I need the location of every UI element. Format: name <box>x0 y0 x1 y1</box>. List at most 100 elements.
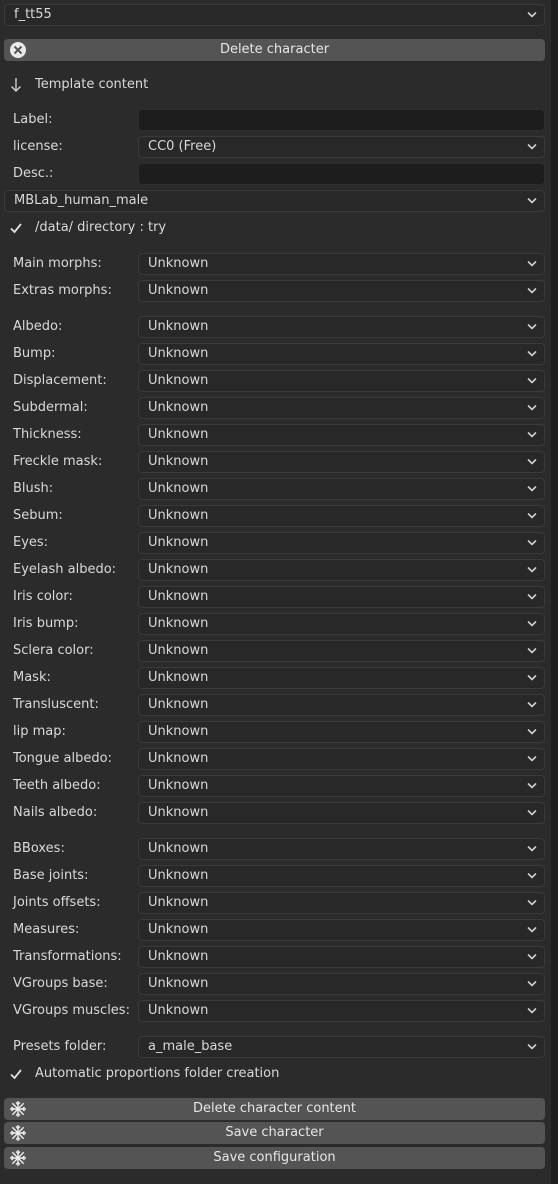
bump-value: Unknown <box>148 346 209 361</box>
transluscent-select[interactable]: Unknown <box>138 694 545 716</box>
checkmark-icon <box>10 1068 22 1080</box>
displacement-value: Unknown <box>148 373 209 388</box>
transformations-select[interactable]: Unknown <box>138 946 545 968</box>
chevron-down-icon <box>527 866 537 886</box>
character-panel: f_tt55 Delete character Template content… <box>0 0 551 1184</box>
vgroups-base-select[interactable]: Unknown <box>138 973 545 995</box>
tongue-albedo-select[interactable]: Unknown <box>138 748 545 770</box>
vgroups-base-value: Unknown <box>148 976 209 991</box>
data-directory-row[interactable]: /data/ directory : try <box>0 216 551 240</box>
delete-character-button[interactable]: Delete character <box>4 39 545 61</box>
main-morphs-row: Main morphs: Unknown <box>0 252 551 276</box>
eyes-select[interactable]: Unknown <box>138 532 545 554</box>
teeth-albedo-value: Unknown <box>148 778 209 793</box>
blush-row: Blush: Unknown <box>0 477 551 501</box>
template-content-header[interactable]: Template content <box>0 73 551 97</box>
snowflake-icon <box>9 1100 27 1118</box>
bump-select[interactable]: Unknown <box>138 343 545 365</box>
displacement-select[interactable]: Unknown <box>138 370 545 392</box>
measures-label: Measures: <box>13 922 80 937</box>
base-model-select[interactable]: MBLab_human_male <box>4 190 545 212</box>
thickness-select[interactable]: Unknown <box>138 424 545 446</box>
iris-color-select[interactable]: Unknown <box>138 586 545 608</box>
chevron-down-icon <box>527 398 537 418</box>
sebum-value: Unknown <box>148 508 209 523</box>
extras-morphs-select[interactable]: Unknown <box>138 280 545 302</box>
chevron-down-icon <box>527 425 537 445</box>
character-select[interactable]: f_tt55 <box>4 4 545 26</box>
delete-content-label: Delete character content <box>192 1101 356 1116</box>
vgroups-muscles-label: VGroups muscles: <box>13 1003 130 1018</box>
close-circle-icon <box>9 41 27 59</box>
vgroups-muscles-select[interactable]: Unknown <box>138 1000 545 1022</box>
eyelash-albedo-select[interactable]: Unknown <box>138 559 545 581</box>
joints-offsets-label: Joints offsets: <box>13 895 101 910</box>
bboxes-select[interactable]: Unknown <box>138 838 545 860</box>
nails-albedo-value: Unknown <box>148 805 209 820</box>
albedo-row: Albedo: Unknown <box>0 315 551 339</box>
chevron-down-icon <box>527 614 537 634</box>
measures-select[interactable]: Unknown <box>138 919 545 941</box>
joints-offsets-select[interactable]: Unknown <box>138 892 545 914</box>
save-character-label: Save character <box>225 1125 324 1140</box>
albedo-select[interactable]: Unknown <box>138 316 545 338</box>
chevron-down-icon <box>527 803 537 823</box>
vgroups-base-label: VGroups base: <box>13 976 108 991</box>
lip-map-select[interactable]: Unknown <box>138 721 545 743</box>
subdermal-select[interactable]: Unknown <box>138 397 545 419</box>
iris-bump-select[interactable]: Unknown <box>138 613 545 635</box>
iris-color-label: Iris color: <box>13 589 73 604</box>
snowflake-icon <box>9 1124 27 1142</box>
chevron-down-icon <box>527 137 537 157</box>
chevron-down-icon <box>527 974 537 994</box>
chevron-down-icon <box>527 191 537 211</box>
delete-content-button[interactable]: Delete character content <box>4 1098 545 1120</box>
mask-label: Mask: <box>13 670 51 685</box>
tongue-albedo-row: Tongue albedo: Unknown <box>0 747 551 771</box>
presets-select[interactable]: a_male_base <box>138 1036 545 1058</box>
vgroups-muscles-row: VGroups muscles: Unknown <box>0 999 551 1023</box>
thickness-value: Unknown <box>148 427 209 442</box>
character-select-value: f_tt55 <box>14 7 52 22</box>
nails-albedo-select[interactable]: Unknown <box>138 802 545 824</box>
sebum-select[interactable]: Unknown <box>138 505 545 527</box>
nails-albedo-row: Nails albedo: Unknown <box>0 801 551 825</box>
auto-proportions-row[interactable]: Automatic proportions folder creation <box>0 1062 551 1086</box>
thickness-label: Thickness: <box>13 427 82 442</box>
chevron-down-icon <box>527 1037 537 1057</box>
desc-input[interactable] <box>138 163 545 185</box>
sclera-color-label: Sclera color: <box>13 643 94 658</box>
teeth-albedo-select[interactable]: Unknown <box>138 775 545 797</box>
chevron-down-icon <box>527 947 537 967</box>
desc-label: Desc.: <box>13 166 54 181</box>
panel-edge <box>551 0 558 1184</box>
mask-select[interactable]: Unknown <box>138 667 545 689</box>
bump-row: Bump: Unknown <box>0 342 551 366</box>
blush-select[interactable]: Unknown <box>138 478 545 500</box>
main-morphs-select[interactable]: Unknown <box>138 253 545 275</box>
save-configuration-button[interactable]: Save configuration <box>4 1147 545 1169</box>
license-label: license: <box>13 139 63 154</box>
freckle-mask-select[interactable]: Unknown <box>138 451 545 473</box>
chevron-down-icon <box>527 893 537 913</box>
chevron-down-icon <box>527 317 537 337</box>
vgroups-base-row: VGroups base: Unknown <box>0 972 551 996</box>
measures-row: Measures: Unknown <box>0 918 551 942</box>
tongue-albedo-label: Tongue albedo: <box>13 751 112 766</box>
sclera-color-select[interactable]: Unknown <box>138 640 545 662</box>
chevron-down-icon <box>527 452 537 472</box>
arrow-down-icon <box>10 77 22 97</box>
license-select[interactable]: CC0 (Free) <box>138 136 545 158</box>
data-directory-text: /data/ directory : try <box>35 220 167 235</box>
label-row: Label: <box>0 108 551 132</box>
eyes-row: Eyes: Unknown <box>0 531 551 555</box>
save-character-button[interactable]: Save character <box>4 1122 545 1144</box>
vgroups-muscles-value: Unknown <box>148 1003 209 1018</box>
tongue-albedo-value: Unknown <box>148 751 209 766</box>
chevron-down-icon <box>527 5 537 25</box>
blush-value: Unknown <box>148 481 209 496</box>
extras-morphs-value: Unknown <box>148 283 209 298</box>
label-input[interactable] <box>138 109 545 131</box>
base-joints-select[interactable]: Unknown <box>138 865 545 887</box>
chevron-down-icon <box>527 281 537 301</box>
